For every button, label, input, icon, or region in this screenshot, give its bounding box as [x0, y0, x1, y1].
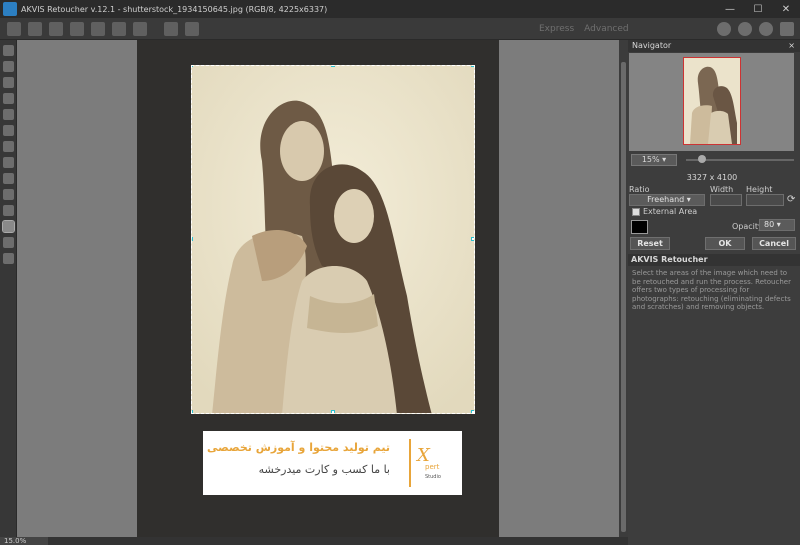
crop-handle-bl[interactable] [192, 410, 193, 413]
crop-tool-icon[interactable] [2, 220, 15, 233]
swap-icon[interactable]: ⟳ [787, 194, 795, 205]
run-alt-icon[interactable] [133, 21, 147, 36]
svg-text:Studio: Studio [425, 474, 441, 480]
crop-handle-ml[interactable] [192, 237, 193, 241]
close-icon[interactable]: × [788, 40, 795, 52]
bookmark-icon[interactable] [780, 21, 794, 36]
app-icon [3, 2, 17, 16]
canvas-area[interactable]: تیم تولید محتوا و آموزش تخصصی با ما کسب … [17, 40, 619, 537]
maximize-icon[interactable]: ☐ [744, 0, 772, 18]
eraser-tool-icon[interactable] [3, 77, 14, 88]
navigator-title: Navigator [632, 41, 672, 50]
ratio-label: Ratio [629, 185, 650, 194]
navigator-header: Navigator × [628, 40, 800, 52]
info-icon[interactable] [717, 21, 731, 36]
external-area-label: External Area [643, 207, 698, 216]
watermark-banner: تیم تولید محتوا و آموزش تخصصی با ما کسب … [203, 431, 462, 495]
brush-tool-icon[interactable] [3, 45, 14, 56]
title-bar: AKVIS Retoucher v.12.1 - shutterstock_19… [0, 0, 800, 18]
select-tool-icon[interactable] [3, 141, 14, 152]
crop-handle-tl[interactable] [192, 66, 193, 67]
print-icon[interactable] [49, 21, 63, 36]
zoom-status: 15.0% [0, 537, 48, 545]
info-text: Select the areas of the image which need… [632, 269, 791, 311]
info-title: AKVIS Retoucher [628, 254, 800, 266]
stamp-tool-icon[interactable] [3, 189, 14, 200]
crop-handle-tm[interactable] [331, 66, 335, 67]
svg-text:pert: pert [425, 463, 440, 471]
minimize-icon[interactable]: — [716, 0, 744, 18]
scroll-thumb[interactable] [621, 62, 626, 532]
save-icon[interactable] [28, 21, 42, 36]
chisel-tool-icon[interactable] [3, 109, 14, 120]
document-canvas[interactable]: تیم تولید محتوا و آموزش تخصصی با ما کسب … [137, 40, 499, 537]
ok-button[interactable]: OK [705, 237, 745, 250]
stamp2-tool-icon[interactable] [3, 205, 14, 216]
crop-handle-tr[interactable] [471, 66, 474, 67]
vertical-scrollbar[interactable] [619, 40, 628, 537]
status-bar [17, 537, 628, 545]
width-label: Width [710, 185, 734, 194]
run-icon[interactable] [112, 21, 126, 36]
crop-handle-bm[interactable] [331, 410, 335, 413]
open-icon[interactable] [7, 21, 21, 36]
hand-tool-icon[interactable] [3, 237, 14, 248]
mode-express[interactable]: Express [539, 24, 574, 34]
share-icon[interactable] [91, 21, 105, 36]
ratio-select[interactable]: Freehand ▾ [629, 194, 705, 206]
zoom-row: 15% ▾ [630, 153, 796, 167]
height-label: Height [746, 185, 773, 194]
eyedropper-tool-icon[interactable] [3, 173, 14, 184]
watermark-line-1: تیم تولید محتوا و آموزش تخصصی [207, 441, 390, 454]
clone-tool-icon[interactable] [3, 93, 14, 104]
navigator-view[interactable] [629, 53, 794, 151]
external-color-swatch[interactable] [631, 220, 648, 234]
reset-button[interactable]: Reset [630, 237, 670, 250]
cancel-button[interactable]: Cancel [752, 237, 796, 250]
close-icon[interactable]: ✕ [772, 0, 800, 18]
undo-icon[interactable] [164, 21, 178, 36]
window-title: AKVIS Retoucher v.12.1 - shutterstock_19… [21, 4, 328, 14]
fill-tool-icon[interactable] [3, 157, 14, 168]
redo-icon[interactable] [185, 21, 199, 36]
watermark-line-2: با ما کسب و کارت میدرخشه [258, 463, 390, 476]
zoom-tool-icon[interactable] [3, 253, 14, 264]
image-dimensions: 3327 x 4100 [686, 173, 738, 182]
width-field[interactable] [710, 194, 742, 206]
main-toolbar: Express Advanced [0, 18, 800, 40]
height-field[interactable] [746, 194, 784, 206]
pencil-tool-icon[interactable] [3, 125, 14, 136]
crop-handle-mr[interactable] [471, 237, 474, 241]
mode-advanced[interactable]: Advanced [584, 24, 628, 34]
portrait-image [192, 66, 474, 413]
right-panel: Navigator × 15% ▾ 3327 x 4100 Ratio Widt… [628, 40, 800, 545]
crop-handle-br[interactable] [471, 410, 474, 413]
opacity-field[interactable]: 80 ▾ [759, 219, 795, 231]
help-icon[interactable] [738, 21, 752, 36]
batch-icon[interactable] [70, 21, 84, 36]
settings-icon[interactable] [759, 21, 773, 36]
tools-panel [0, 40, 17, 545]
zoom-dropdown[interactable]: 15% ▾ [631, 154, 677, 166]
navigator-thumbnail[interactable] [683, 57, 741, 145]
patch-tool-icon[interactable] [3, 61, 14, 72]
photo[interactable] [191, 65, 475, 414]
watermark-logo: X pert Studio [409, 439, 449, 487]
zoom-slider-knob[interactable] [698, 155, 706, 163]
external-area-checkbox[interactable] [632, 208, 640, 216]
